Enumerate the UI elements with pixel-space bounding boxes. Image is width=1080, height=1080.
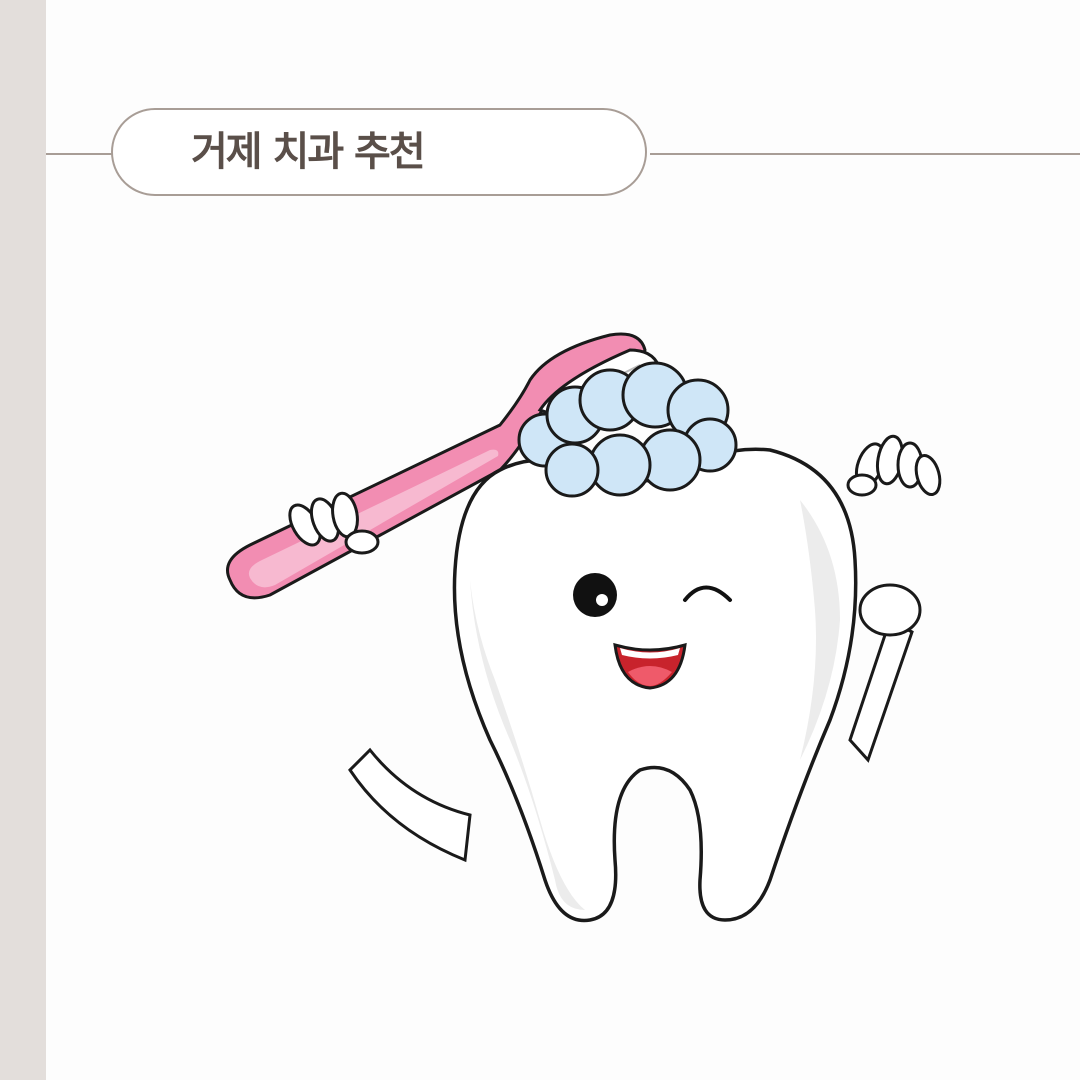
title-rule-right [650, 153, 1080, 155]
eye [573, 573, 617, 617]
right-arm [848, 617, 914, 763]
tooth-mascot-brushing-icon [200, 320, 960, 940]
page-title: 거제 치과 추천 [191, 129, 426, 175]
title-pill: 거제 치과 추천 [111, 108, 647, 196]
page: 거제 치과 추천 [0, 0, 1080, 1080]
side-bar [0, 0, 46, 1080]
right-hand [846, 434, 942, 637]
left-arm [348, 747, 472, 863]
title-rule-left [46, 153, 112, 155]
